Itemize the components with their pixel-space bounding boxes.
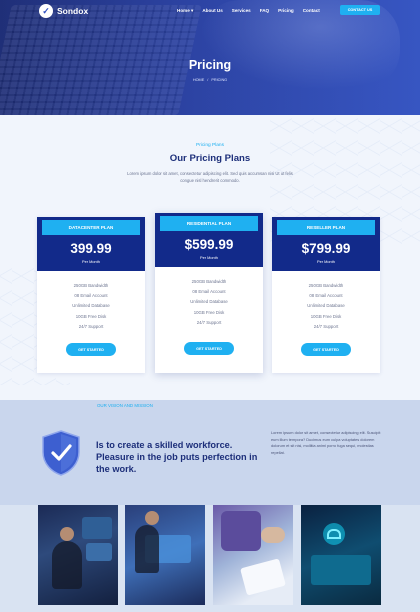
plan-period: Per Month <box>200 255 218 260</box>
plan-name: RESELLER PLAN <box>277 220 375 235</box>
feature-item: 24/7 Support <box>313 323 339 329</box>
feature-item: 08 Email Account <box>309 293 343 299</box>
shield-check-icon <box>42 430 80 476</box>
breadcrumb-current: PRICING <box>211 78 228 82</box>
nav-item-services[interactable]: Services <box>232 8 251 14</box>
main-menu: Home ▾ About Us Services FAQ Pricing Con… <box>177 8 320 14</box>
vision-headline: Is to create a skilled workforce. Pleasu… <box>96 440 258 474</box>
feature-item: Unlimited Database <box>307 303 345 309</box>
feature-item: 24/7 Support <box>78 323 104 329</box>
feature-item: 10GB Free Disk <box>75 313 107 319</box>
image-gallery <box>0 505 420 612</box>
photo-cyber-lock <box>301 505 381 605</box>
feature-item: 24/7 Support <box>196 319 222 325</box>
nav-item-home[interactable]: Home ▾ <box>177 8 193 14</box>
page-title: Pricing <box>188 58 232 72</box>
pricing-card-reseller: RESELLER PLAN $799.99 Per Month 250GB Ba… <box>272 217 380 373</box>
photo-trader-screens <box>125 505 205 605</box>
logo-check-icon: ✓ <box>39 4 53 18</box>
nav-item-contact[interactable]: Contact <box>303 8 320 14</box>
breadcrumb-home[interactable]: HOME <box>193 78 204 82</box>
logo-text: Sondox <box>57 6 89 16</box>
feature-list: 250GB Bandwidth 08 Email Account Unlimit… <box>272 283 380 334</box>
nav-item-about[interactable]: About Us <box>202 8 222 14</box>
feature-item: 250GB Bandwidth <box>308 283 344 288</box>
vision-paragraph: Lorem ipsum dolor sit amet, consectetur … <box>271 430 381 455</box>
vision-section: OUR VISION AND MISSION Is to create a sk… <box>0 400 420 505</box>
get-started-button[interactable]: GET STARTED <box>66 343 116 356</box>
feature-list: 250GB Bandwidth 08 Email Account Unlimit… <box>37 283 145 334</box>
nav-item-pricing[interactable]: Pricing <box>278 8 294 14</box>
hero-banner: ✓ Sondox Home ▾ About Us Services FAQ Pr… <box>0 0 420 115</box>
feature-item: 250GB Bandwidth <box>191 279 227 284</box>
feature-item: 250GB Bandwidth <box>73 283 109 288</box>
pricing-card-datacenter: DATACENTER PLAN 399.99 Per Month 250GB B… <box>37 217 145 373</box>
nav-item-faq[interactable]: FAQ <box>260 8 269 14</box>
photo-analyst-monitors <box>38 505 118 605</box>
feature-item: Unlimited Database <box>72 303 110 309</box>
logo[interactable]: ✓ Sondox <box>39 4 88 18</box>
card-header: RESELLER PLAN $799.99 Per Month <box>272 217 380 271</box>
contact-us-button[interactable]: CONTACT US <box>340 5 380 15</box>
plan-period: Per Month <box>82 259 100 264</box>
photo-documents-desk <box>213 505 293 605</box>
pricing-eyebrow: Pricing Plans <box>196 143 224 148</box>
feature-item: 10GB Free Disk <box>193 309 225 315</box>
feature-item: 10GB Free Disk <box>310 313 342 319</box>
plan-name: DATACENTER PLAN <box>42 220 140 235</box>
breadcrumb-separator: / <box>207 78 209 82</box>
feature-item: 08 Email Account <box>74 293 108 299</box>
breadcrumb: HOME / PRICING <box>0 78 420 82</box>
get-started-button[interactable]: GET STARTED <box>184 342 234 355</box>
pricing-card-residential: RESIDENTIAL PLAN $599.99 Per Month 250GB… <box>155 213 263 373</box>
card-header: DATACENTER PLAN 399.99 Per Month <box>37 217 145 271</box>
pricing-subtitle: Lorem ipsum dolor sit amet, consectetur … <box>127 171 293 183</box>
feature-item: 08 Email Account <box>192 289 226 295</box>
plan-price: 399.99 <box>70 241 112 256</box>
plan-period: Per Month <box>317 259 335 264</box>
pricing-title: Our Pricing Plans <box>169 153 251 164</box>
vision-eyebrow: OUR VISION AND MISSION <box>97 403 153 408</box>
feature-item: Unlimited Database <box>190 299 228 305</box>
get-started-button[interactable]: GET STARTED <box>301 343 351 356</box>
pricing-section: Pricing Plans Our Pricing Plans Lorem ip… <box>0 115 420 400</box>
top-nav: ✓ Sondox Home ▾ About Us Services FAQ Pr… <box>0 0 420 22</box>
plan-price: $599.99 <box>184 237 234 252</box>
feature-list: 250GB Bandwidth 08 Email Account Unlimit… <box>155 279 263 330</box>
plan-name: RESIDENTIAL PLAN <box>160 216 258 231</box>
card-header: RESIDENTIAL PLAN $599.99 Per Month <box>155 213 263 267</box>
plan-price: $799.99 <box>301 241 351 256</box>
